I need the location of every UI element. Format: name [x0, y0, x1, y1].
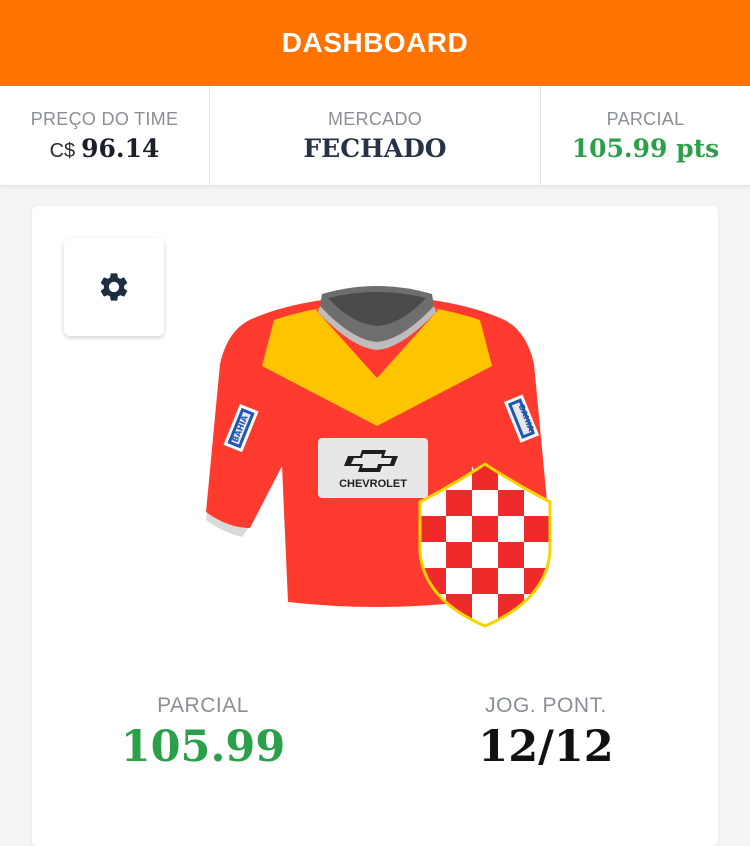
- partial-score-value: 105.99 pts: [571, 133, 720, 163]
- team-price-stat: PREÇO DO TIME C$ 96.14: [0, 86, 210, 185]
- team-price-value: C$ 96.14: [50, 134, 160, 163]
- currency-prefix: C$: [49, 139, 76, 162]
- header-bar: DASHBOARD: [0, 0, 750, 86]
- partial-score-stat: PARCIAL 105.99 pts: [541, 86, 750, 185]
- team-crest: [414, 460, 556, 630]
- team-card: BAHIA BAHIA CHEVROLET PARCIAL 105.99 JOG…: [32, 206, 718, 846]
- card-partial-label: PARCIAL: [157, 694, 249, 717]
- scored-players-stat: JOG. PONT. 12/12: [436, 694, 656, 772]
- svg-text:CHEVROLET: CHEVROLET: [339, 478, 407, 490]
- scored-players-value: 12/12: [478, 722, 614, 772]
- page-title: DASHBOARD: [281, 27, 469, 58]
- scored-players-label: JOG. PONT.: [485, 694, 607, 717]
- partial-label: PARCIAL: [606, 108, 685, 129]
- card-partial-stat: PARCIAL 105.99: [94, 694, 312, 772]
- summary-stats-bar: PREÇO DO TIME C$ 96.14 MERCADO FECHADO PA…: [0, 86, 750, 186]
- gear-icon: [100, 273, 128, 301]
- team-price-amount: 96.14: [81, 133, 160, 163]
- settings-button[interactable]: [64, 238, 164, 336]
- market-label: MERCADO: [327, 108, 423, 129]
- card-partial-value: 105.99: [120, 722, 286, 772]
- team-price-label: PREÇO DO TIME: [30, 108, 179, 129]
- crest-shield-icon: [418, 462, 552, 628]
- market-status-stat: MERCADO FECHADO: [210, 86, 541, 185]
- market-status-value: FECHADO: [303, 133, 447, 163]
